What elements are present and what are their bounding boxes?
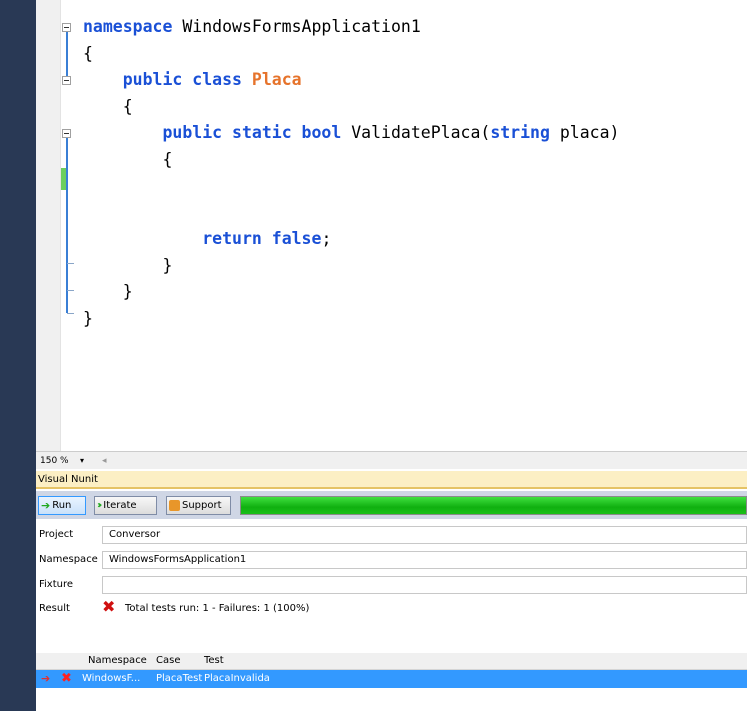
brace: {	[162, 149, 173, 169]
nunit-toolbar: ➔ Run ›› Iterate Support	[36, 491, 747, 519]
test-progress-bar	[240, 496, 747, 515]
project-row: Project Conversor	[36, 524, 747, 546]
outline-guide	[66, 32, 68, 76]
scroll-left-icon[interactable]: ◂	[102, 452, 107, 470]
run-button[interactable]: ➔ Run	[38, 496, 86, 515]
left-sidebar-strip	[0, 0, 36, 711]
outline-end	[67, 313, 74, 314]
code-line: public static bool ValidatePlaca(string …	[83, 120, 619, 147]
fixture-row: Fixture	[36, 574, 747, 596]
collapse-namespace-icon[interactable]	[62, 23, 71, 32]
run-button-label: Run	[52, 500, 72, 511]
fixture-label: Fixture	[39, 579, 74, 590]
outline-end	[67, 263, 74, 264]
identifier: WindowsFormsApplication1	[172, 17, 421, 36]
zoom-dropdown-icon[interactable]: ▾	[80, 452, 84, 470]
outline-end	[67, 290, 74, 291]
result-summary: Total tests run: 1 - Failures: 1 (100%)	[125, 603, 310, 614]
brace: }	[83, 308, 93, 328]
visual-nunit-panel: Visual Nunit ➔ Run ›› Iterate Support Pr…	[36, 469, 747, 711]
column-header-namespace[interactable]: Namespace	[88, 653, 147, 669]
brace: {	[83, 43, 93, 63]
panel-title: Visual Nunit	[36, 471, 747, 489]
keyword: public static bool	[162, 123, 352, 142]
red-x-icon: ✖	[61, 671, 72, 686]
keyword: string	[490, 123, 550, 142]
code-line: }	[83, 306, 619, 333]
editor-gutter	[36, 0, 61, 451]
cell-test: PlacaInvalida	[204, 673, 270, 684]
method-name: ValidatePlaca(	[351, 123, 491, 142]
code-editor[interactable]: namespace WindowsFormsApplication1{ publ…	[36, 0, 747, 451]
result-row: Result ✖ Total tests run: 1 - Failures: …	[36, 597, 747, 619]
code-line: public class Placa	[83, 67, 619, 94]
brace: {	[122, 96, 133, 116]
code-line: }	[83, 253, 619, 280]
column-header-case[interactable]: Case	[156, 653, 180, 669]
keyword: return false	[202, 229, 322, 248]
fixture-field[interactable]	[102, 576, 747, 594]
keyword: namespace	[83, 17, 173, 36]
support-button[interactable]: Support	[166, 496, 231, 515]
code-text[interactable]: namespace WindowsFormsApplication1{ publ…	[83, 14, 619, 332]
results-grid-header: Namespace Case Test	[36, 653, 747, 670]
namespace-row: Namespace WindowsFormsApplication1	[36, 549, 747, 571]
double-arrow-icon: ››	[97, 500, 103, 511]
progress-fill	[241, 497, 746, 514]
table-row[interactable]: ➔ ✖ WindowsF... PlacaTest PlacaInvalida	[36, 670, 747, 688]
parameter: placa)	[549, 123, 620, 142]
semicolon: ;	[321, 229, 332, 248]
code-line: {	[83, 41, 619, 68]
class-name: Placa	[251, 70, 302, 89]
iterate-button[interactable]: ›› Iterate	[94, 496, 157, 515]
red-x-icon: ✖	[102, 597, 116, 616]
code-line: {	[83, 94, 619, 121]
cell-case: PlacaTest	[156, 673, 203, 684]
collapse-method-icon[interactable]	[62, 129, 71, 138]
cell-namespace: WindowsF...	[82, 673, 141, 684]
failed-arrow-icon: ➔	[41, 672, 51, 685]
support-icon	[169, 500, 180, 511]
result-label: Result	[39, 603, 70, 614]
namespace-label: Namespace	[39, 554, 98, 565]
project-field[interactable]: Conversor	[102, 526, 747, 544]
iterate-button-label: Iterate	[103, 500, 137, 511]
collapse-class-icon[interactable]	[62, 76, 71, 85]
keyword: public class	[122, 70, 252, 89]
code-line: {	[83, 147, 619, 174]
outline-guide	[66, 138, 68, 313]
column-header-test[interactable]: Test	[204, 653, 224, 669]
green-arrow-icon: ➔	[41, 499, 51, 512]
code-line: namespace WindowsFormsApplication1	[83, 14, 619, 41]
brace: }	[122, 282, 133, 301]
code-line: return false;	[83, 226, 619, 253]
namespace-field[interactable]: WindowsFormsApplication1	[102, 551, 747, 569]
code-line: }	[83, 279, 619, 306]
zoom-level[interactable]: 150 %	[40, 452, 69, 470]
project-label: Project	[39, 529, 74, 540]
support-button-label: Support	[182, 500, 222, 511]
brace: }	[162, 255, 173, 275]
zoom-bar: 150 % ▾ ◂	[36, 451, 747, 470]
